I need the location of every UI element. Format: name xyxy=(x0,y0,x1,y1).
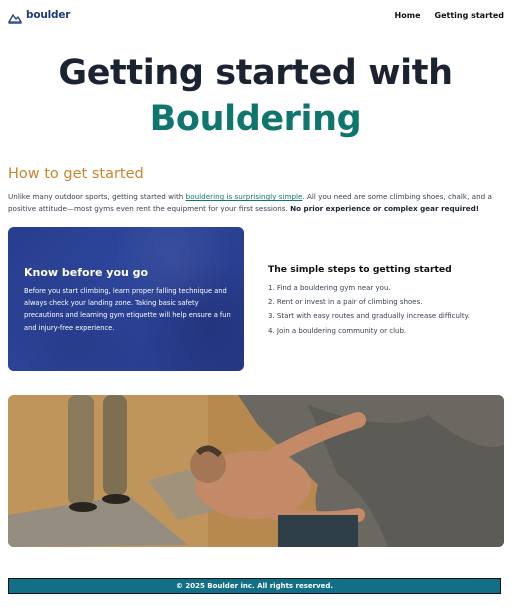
steps-list: 1. Find a bouldering gym near you. 2. Re… xyxy=(268,281,503,338)
footer: © 2025 Boulder inc. All rights reserved. xyxy=(8,578,501,594)
climber-photo-illustration xyxy=(8,395,504,547)
safety-card: Know before you go Before you start clim… xyxy=(8,227,244,371)
card-body: Before you start climbing, learn proper … xyxy=(24,287,231,332)
intro-bold-text: No prior experience or complex gear requ… xyxy=(290,204,480,213)
nav-link-getting-started[interactable]: Getting started xyxy=(435,11,505,20)
step-item: 1. Find a bouldering gym near you. xyxy=(268,284,391,292)
footer-copyright: © 2025 Boulder inc. All rights reserved. xyxy=(175,582,334,590)
nav-links: Home Getting started xyxy=(395,11,504,20)
logo-link[interactable]: boulder xyxy=(7,9,71,24)
step-item: 3. Start with easy routes and gradually … xyxy=(268,312,470,321)
nav-link-home[interactable]: Home xyxy=(395,11,421,20)
section-title: How to get started xyxy=(8,166,144,182)
intro-link[interactable]: bouldering is surprisingly simple xyxy=(186,192,303,201)
steps-title: The simple steps to getting started xyxy=(268,264,452,275)
hero: Getting started with Bouldering xyxy=(0,50,511,142)
top-nav: boulder Home Getting started xyxy=(0,0,511,32)
climber-photo xyxy=(8,395,504,547)
intro-text: Unlike many outdoor sports, getting star… xyxy=(8,192,186,201)
card-title: Know before you go xyxy=(24,266,149,279)
mountain-logo-icon xyxy=(7,9,23,24)
hero-title-highlight: Bouldering xyxy=(149,99,362,139)
step-item: 2. Rent or invest in a pair of climbing … xyxy=(268,298,423,307)
logo-text: boulder xyxy=(26,9,71,21)
intro-paragraph: Unlike many outdoor sports, getting star… xyxy=(8,191,498,215)
step-item: 4. Join a bouldering community or club. xyxy=(268,326,407,335)
hero-title: Getting started with xyxy=(58,53,453,93)
steps-section: The simple steps to getting started 1. F… xyxy=(268,264,503,338)
